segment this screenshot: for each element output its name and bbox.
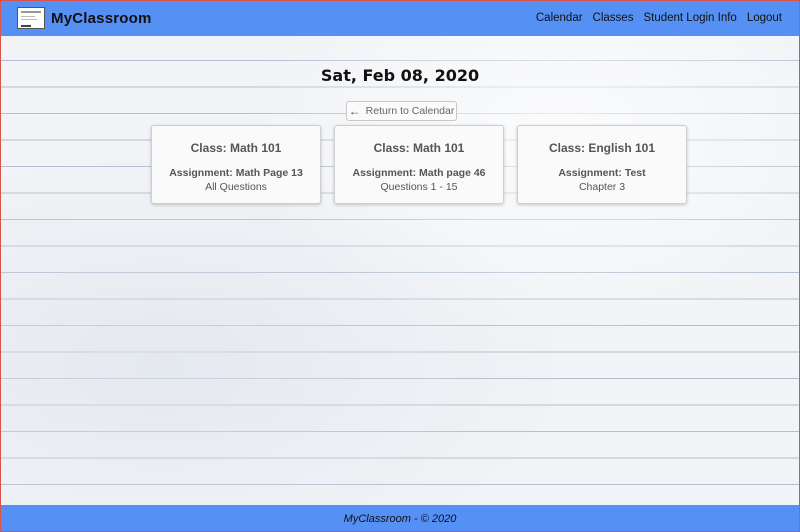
classroom-logo-icon [17,7,45,29]
brand-name: MyClassroom [51,9,152,27]
card-assignment: Assignment: Math page 46 [352,167,486,179]
return-button-label: Return to Calendar [365,105,455,117]
card-assignment: Assignment: Test [558,167,646,179]
card-class-name: Class: Math 101 [190,141,282,155]
card-detail: Chapter 3 [578,181,626,193]
brand-link[interactable]: MyClassroom [17,7,152,29]
page-title: Sat, Feb 08, 2020 [320,66,480,85]
nav-logout[interactable]: Logout [747,12,782,24]
nav-links: Calendar Classes Student Login Info Logo… [536,12,782,24]
navbar: MyClassroom Calendar Classes Student Log… [0,0,800,36]
assignment-card[interactable]: Class: English 101 Assignment: Test Chap… [517,125,687,204]
footer: MyClassroom - © 2020 [0,505,800,532]
card-detail: Questions 1 - 15 [380,181,458,193]
nav-student-login-info[interactable]: Student Login Info [643,12,736,24]
card-detail: All Questions [205,181,267,193]
nav-calendar[interactable]: Calendar [536,12,583,24]
nav-classes[interactable]: Classes [593,12,634,24]
return-to-calendar-button[interactable]: ← Return to Calendar [346,101,457,121]
card-class-name: Class: Math 101 [373,141,465,155]
card-assignment: Assignment: Math Page 13 [169,167,303,179]
assignment-card[interactable]: Class: Math 101 Assignment: Math page 46… [334,125,504,204]
assignment-card[interactable]: Class: Math 101 Assignment: Math Page 13… [151,125,321,204]
arrow-left-icon: ← [348,104,361,118]
footer-text: MyClassroom - © 2020 [343,512,457,525]
card-class-name: Class: English 101 [548,141,656,155]
